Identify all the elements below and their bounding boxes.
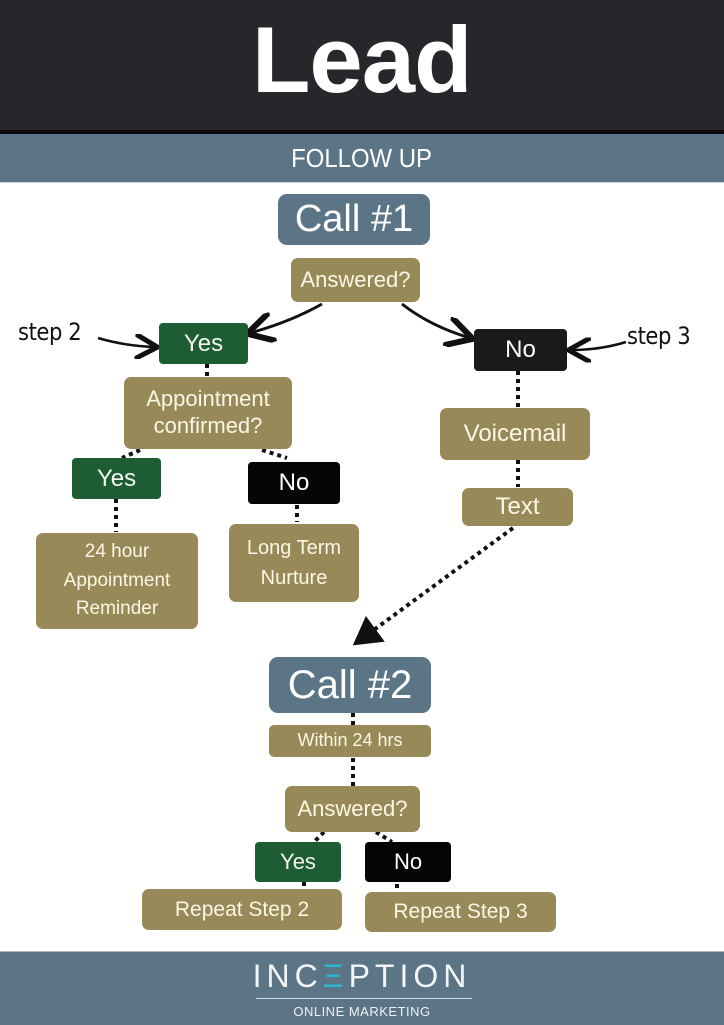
within-24-hrs-node: Within 24 hrs (269, 725, 431, 757)
arrow-step3-to-no (571, 342, 627, 350)
appointment-confirmed-node: Appointment confirmed? (124, 377, 292, 449)
reminder-line-2: Appointment (63, 569, 171, 591)
header-banner: Lead (0, 0, 724, 134)
repeat-step-2-node: Repeat Step 2 (142, 889, 342, 930)
subheader-text: FOLLOW UP (291, 142, 433, 173)
logo-text-start: INC (252, 958, 323, 994)
subheader-band: FOLLOW UP (0, 134, 724, 183)
step-2-label: step 2 (18, 318, 82, 346)
appointment-reminder-node: 24 hour Appointment Reminder (36, 533, 198, 629)
logo-tagline: ONLINE MARKETING (293, 1004, 431, 1019)
dotted-appt-to-no2 (261, 448, 288, 460)
appointment-confirmed-line-1: Appointment (146, 386, 270, 412)
brand-logo: INCΞPTION (0, 958, 724, 995)
answered-1-node: Answered? (291, 258, 420, 302)
logo-text-end: PTION (348, 958, 472, 994)
dotted-answered2-to-yes3 (312, 830, 326, 844)
reminder-line-3: Reminder (75, 598, 159, 620)
no-1-node: No (474, 329, 567, 371)
step-3-label: step 3 (627, 322, 691, 350)
repeat-step-3-node: Repeat Step 3 (365, 892, 556, 932)
nurture-line-2: Nurture (260, 567, 328, 589)
dotted-answered2-to-no3 (374, 830, 394, 844)
answered-2-node: Answered? (285, 786, 420, 832)
voicemail-node: Voicemail (440, 408, 590, 460)
arrow-answered-to-yes (250, 302, 323, 333)
call-2-node: Call #2 (269, 657, 431, 713)
footer-band: INCΞPTION ONLINE MARKETING (0, 951, 724, 1025)
dotted-arrow-text-to-call2 (352, 526, 515, 646)
arrow-step2-to-yes (97, 338, 155, 347)
no-3-node: No (365, 842, 451, 882)
appointment-confirmed-line-2: confirmed? (153, 413, 263, 438)
yes-2-node: Yes (72, 458, 161, 499)
no-2-node: No (248, 462, 340, 504)
yes-1-node: Yes (159, 323, 248, 364)
logo-divider (256, 998, 472, 999)
logo-accent-glyph: Ξ (322, 958, 349, 994)
arrow-answered-to-no (401, 302, 470, 338)
page-title: Lead (252, 7, 473, 112)
nurture-line-1: Long Term (246, 537, 342, 559)
dotted-appt-to-yes2 (121, 448, 141, 460)
text-node: Text (462, 488, 573, 526)
reminder-line-1: 24 hour (84, 541, 150, 563)
call-1-node: Call #1 (278, 194, 430, 245)
long-term-nurture-node: Long Term Nurture (229, 524, 359, 602)
yes-3-node: Yes (255, 842, 341, 882)
